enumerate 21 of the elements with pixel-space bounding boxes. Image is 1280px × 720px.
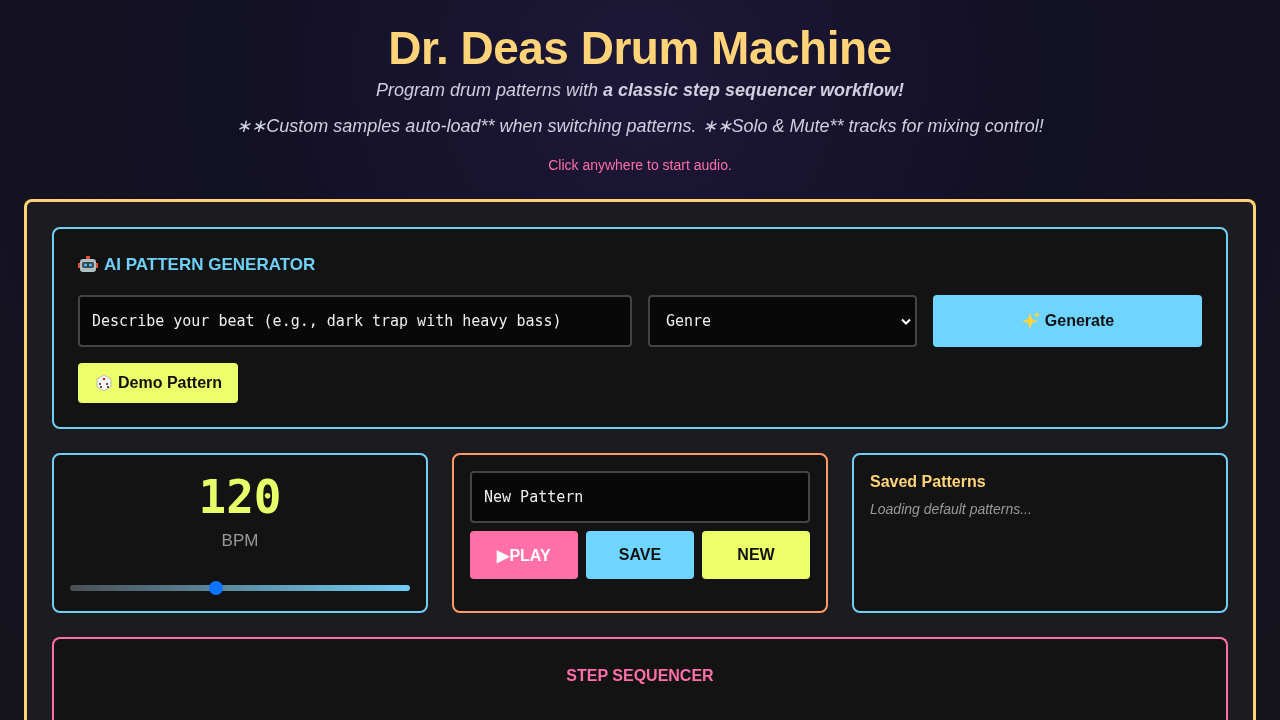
saved-patterns-title: Saved Patterns [870, 473, 987, 491]
pattern-name-field[interactable]: New Pattern [470, 471, 810, 523]
feature-note: ∗∗Custom samples auto-load** when switching patterns. ∗∗Solo & Mute** tracks for mixing control! [236, 115, 1044, 137]
demo-pattern-button[interactable]: Demo Pattern [78, 363, 239, 403]
robot-icon [78, 255, 98, 275]
section-title: AI PATTERN GENERATOR [104, 255, 316, 275]
subtitle: Program drum patterns with a classic step sequencer workflow! [375, 80, 905, 101]
genre-select[interactable]: Genre [648, 295, 917, 347]
bpm-label: BPM [221, 531, 259, 551]
save-button[interactable]: SAVE [586, 531, 694, 579]
audio-hint: Click anywhere to start audio. [548, 157, 732, 173]
sequencer-title: STEP SEQUENCER [566, 667, 714, 685]
dice-icon [94, 373, 114, 393]
chevron-icon [901, 317, 911, 325]
slider-thumb[interactable] [209, 581, 224, 595]
loading-status: Loading default patterns... [870, 501, 1033, 517]
prompt-field[interactable]: Describe your beat (e.g., dark trap with heavy bass) [78, 295, 632, 347]
new-button[interactable]: NEW [702, 531, 810, 579]
bpm-value: 120 [198, 469, 282, 525]
generate-button[interactable]: Generate [933, 295, 1202, 347]
page-title: Dr. Deas Drum Machine [388, 22, 892, 74]
